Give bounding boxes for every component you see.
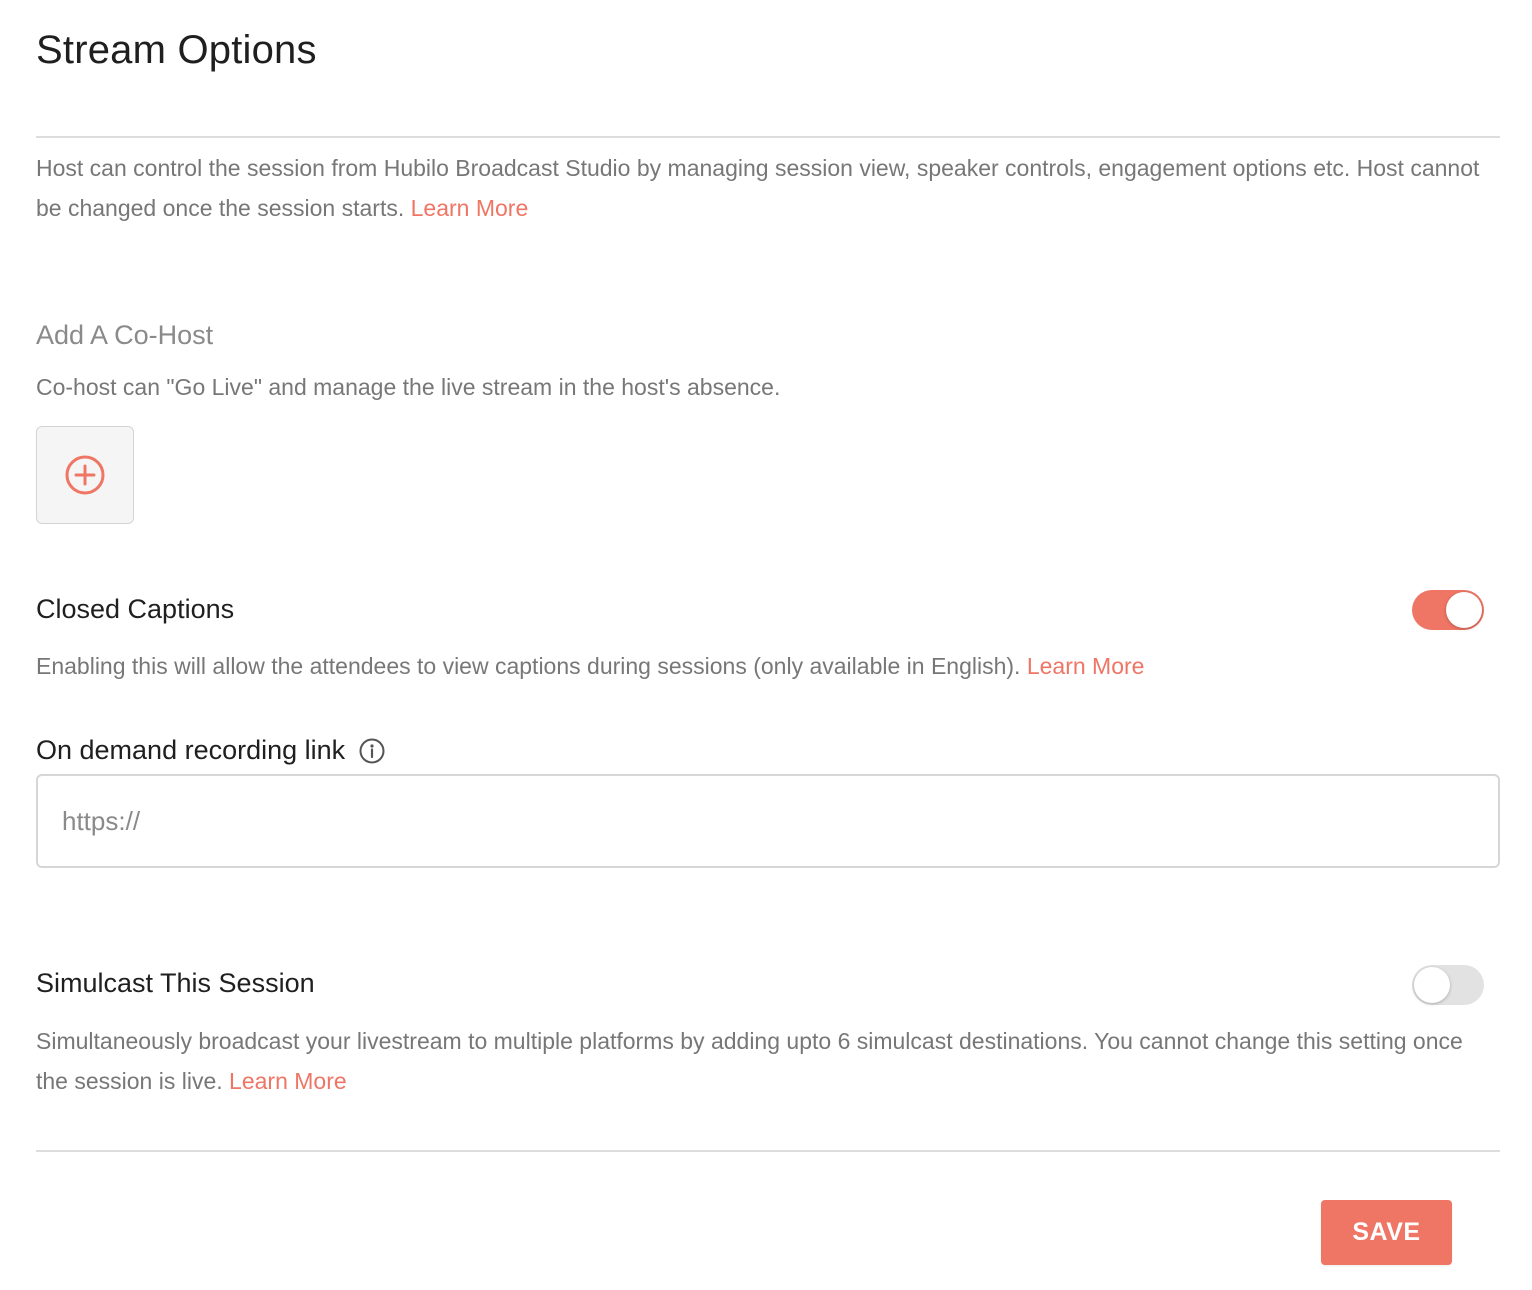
host-learn-more-link[interactable]: Learn More bbox=[411, 195, 529, 221]
toggle-knob bbox=[1446, 592, 1482, 628]
bottom-divider bbox=[36, 1150, 1500, 1152]
add-cohost-button[interactable] bbox=[36, 426, 134, 524]
top-divider bbox=[36, 136, 1500, 138]
recording-link-input[interactable] bbox=[36, 774, 1500, 868]
closed-captions-toggle[interactable] bbox=[1412, 590, 1484, 630]
toggle-knob bbox=[1414, 967, 1450, 1003]
closed-captions-description: Enabling this will allow the attendees t… bbox=[36, 646, 1144, 686]
info-icon[interactable] bbox=[359, 738, 385, 764]
host-description: Host can control the session from Hubilo… bbox=[36, 148, 1500, 228]
save-button[interactable]: SAVE bbox=[1321, 1200, 1452, 1265]
simulcast-description: Simultaneously broadcast your livestream… bbox=[36, 1021, 1500, 1101]
closed-captions-description-text: Enabling this will allow the attendees t… bbox=[36, 653, 1021, 679]
page-title: Stream Options bbox=[36, 28, 317, 72]
plus-circle-icon bbox=[65, 455, 105, 495]
cohost-title: Add A Co-Host bbox=[36, 320, 214, 350]
simulcast-title: Simulcast This Session bbox=[36, 968, 315, 998]
host-description-text: Host can control the session from Hubilo… bbox=[36, 155, 1480, 221]
recording-link-title: On demand recording link bbox=[36, 735, 385, 766]
closed-captions-title: Closed Captions bbox=[36, 594, 235, 624]
captions-learn-more-link[interactable]: Learn More bbox=[1027, 653, 1145, 679]
recording-link-label: On demand recording link bbox=[36, 735, 346, 765]
cohost-description: Co-host can "Go Live" and manage the liv… bbox=[36, 374, 781, 400]
simulcast-toggle[interactable] bbox=[1412, 965, 1484, 1005]
simulcast-learn-more-link[interactable]: Learn More bbox=[229, 1068, 347, 1094]
